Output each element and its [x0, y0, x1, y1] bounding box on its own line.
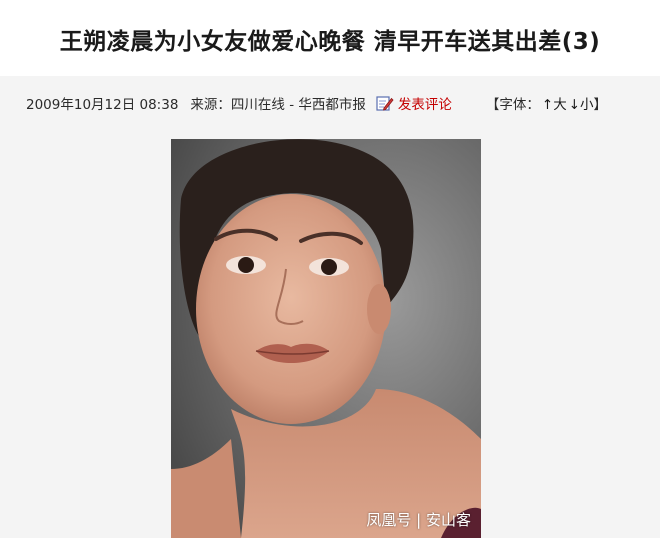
post-comment-link[interactable]: 发表评论 [376, 93, 452, 113]
article-title: 王朔凌晨为小女友做爱心晚餐 清早开车送其出差(3) [59, 29, 601, 55]
font-size-label: 【字体： [485, 97, 540, 113]
article-photo: 凤凰号 | 安山客 [171, 139, 481, 538]
source-label: 来源： [190, 97, 231, 113]
watermark: 凤凰号 | 安山客 [366, 511, 471, 529]
source-name: 四川在线 - 华西都市报 [230, 97, 366, 113]
meta-row: 2009年10月12日 08:38 来源： 四川在线 - 华西都市报 发表评论 … [26, 93, 607, 113]
article-meta-bar: 2009年10月12日 08:38 来源： 四川在线 - 华西都市报 发表评论 … [0, 76, 660, 128]
article-header: 王朔凌晨为小女友做爱心晚餐 清早开车送其出差(3) [0, 0, 660, 77]
publish-datetime: 2009年10月12日 08:38 [26, 97, 179, 113]
font-large-button[interactable]: ↑大 [542, 93, 567, 113]
font-small-button[interactable]: ↓小 [569, 93, 594, 113]
portrait-image [171, 139, 481, 538]
font-size-bracket: 】 [593, 97, 608, 113]
font-size-control: 【字体： ↑大 ↓小 】 [486, 93, 607, 113]
post-comment-label: 发表评论 [397, 97, 452, 113]
pencil-paper-icon [376, 94, 394, 112]
